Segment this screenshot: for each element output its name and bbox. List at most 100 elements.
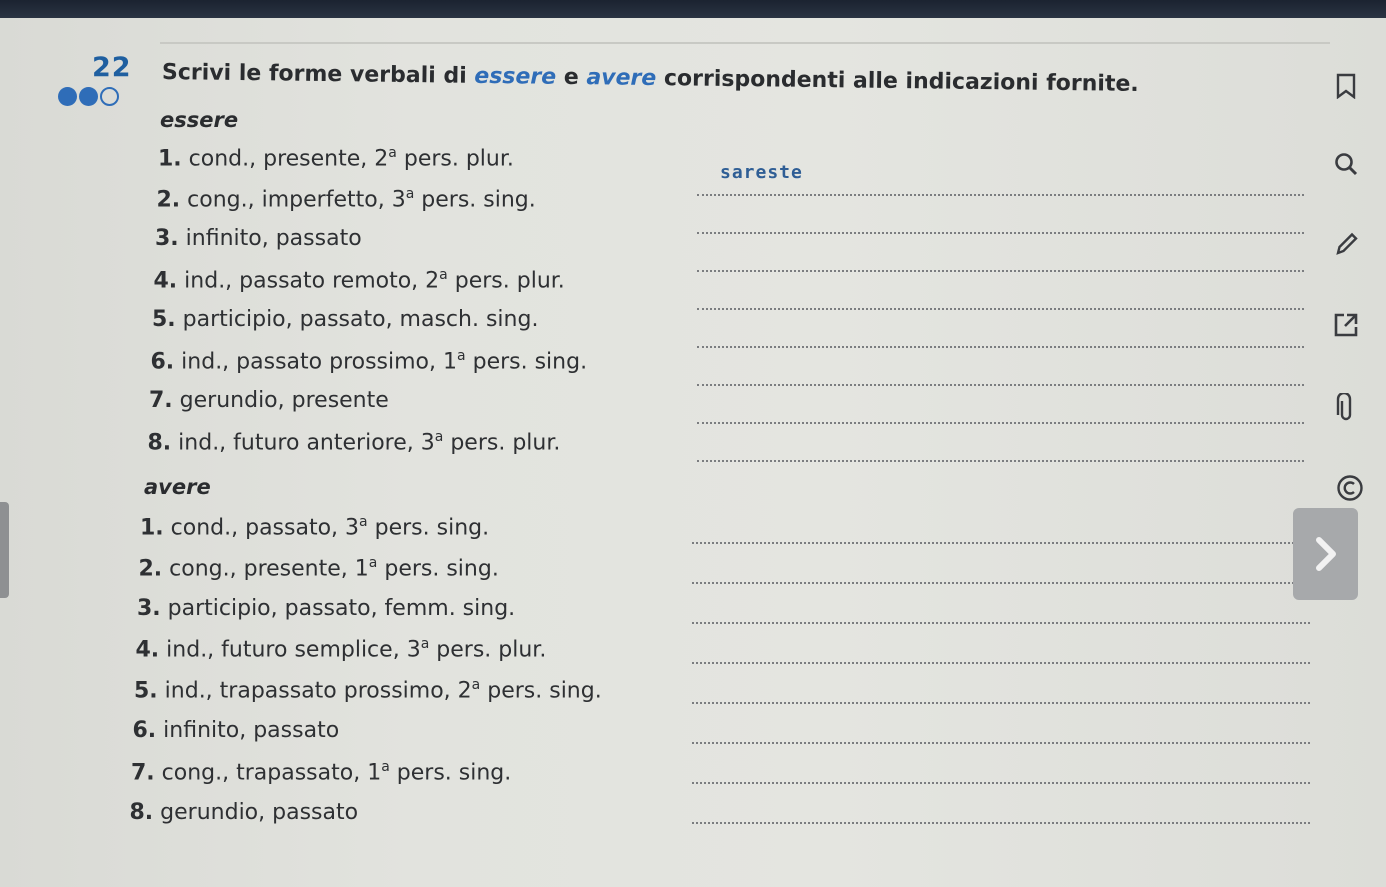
- essere-item: 6. ind., passato prossimo, 1a pers. sing…: [151, 348, 588, 374]
- item-number: 5.: [152, 307, 176, 332]
- item-label-suffix: pers. plur.: [443, 429, 561, 455]
- item-number: 6.: [132, 718, 157, 743]
- item-label: ind., trapassato prossimo,: [164, 678, 458, 704]
- item-label: gerundio, presente: [179, 388, 389, 413]
- item-person: 3: [420, 429, 435, 455]
- essere-answer-line[interactable]: [697, 308, 1304, 310]
- essere-answer-line[interactable]: [697, 194, 1304, 196]
- instruction-verb-essere: essere: [474, 63, 557, 90]
- item-number: 4.: [153, 267, 178, 293]
- item-label: infinito, passato: [185, 226, 362, 251]
- item-person: 1: [367, 760, 382, 786]
- item-label-suffix: pers. sing.: [414, 186, 536, 212]
- item-label-suffix: pers. sing.: [480, 678, 602, 704]
- item-label: cong., imperfetto,: [187, 186, 392, 212]
- avere-answer-line[interactable]: [692, 782, 1310, 784]
- instruction-verb-avere: avere: [586, 65, 657, 92]
- item-label: gerundio, passato: [160, 799, 359, 825]
- difficulty-dot-empty: [100, 87, 119, 106]
- bookmark-icon[interactable]: [1326, 66, 1366, 106]
- item-superscript: a: [439, 266, 448, 283]
- essere-answer-line[interactable]: [697, 232, 1304, 234]
- item-label-suffix: pers. sing.: [367, 515, 490, 541]
- avere-answer-line[interactable]: [692, 662, 1310, 664]
- item-person: 2: [374, 146, 389, 172]
- item-person: 1: [354, 556, 369, 582]
- page-top-rule: [160, 18, 1330, 44]
- item-label-suffix: pers. sing.: [377, 556, 499, 582]
- essere-answer-line[interactable]: [697, 346, 1304, 348]
- item-person: 2: [425, 267, 440, 293]
- previous-page-handle[interactable]: [0, 502, 9, 598]
- item-number: 8.: [129, 799, 154, 825]
- essere-answer-line[interactable]: [697, 384, 1304, 386]
- essere-item: 3. infinito, passato: [155, 226, 362, 251]
- item-label-suffix: pers. sing.: [465, 348, 588, 374]
- avere-answer-line[interactable]: [692, 822, 1310, 824]
- essere-item: 7. gerundio, presente: [149, 388, 389, 413]
- next-page-button[interactable]: [1293, 508, 1358, 600]
- instruction-text: e: [556, 64, 587, 91]
- avere-item: 6. infinito, passato: [133, 718, 340, 743]
- item-person: 2: [457, 678, 472, 704]
- item-label: cond., passato,: [170, 515, 346, 541]
- item-number: 6.: [150, 348, 175, 374]
- section-title-essere: essere: [160, 108, 239, 132]
- item-number: 3.: [155, 226, 179, 251]
- item-number: 3.: [137, 595, 161, 621]
- item-number: 4.: [135, 637, 160, 663]
- essere-answer: sareste: [720, 162, 803, 183]
- item-label: ind., passato prossimo,: [181, 348, 444, 374]
- item-number: 2.: [138, 556, 163, 582]
- item-person: 3: [391, 186, 406, 212]
- item-superscript: a: [420, 636, 430, 653]
- item-number: 7.: [149, 388, 173, 413]
- item-label-suffix: pers. plur.: [429, 637, 547, 663]
- item-label: participio, passato, masch. sing.: [182, 307, 539, 332]
- item-superscript: a: [405, 185, 415, 202]
- paperclip-icon[interactable]: [1326, 388, 1366, 428]
- essere-answer-line[interactable]: [697, 460, 1304, 462]
- difficulty-dot-filled: [58, 87, 77, 106]
- item-label: cong., presente,: [169, 556, 355, 582]
- avere-item: 8. gerundio, passato: [130, 800, 359, 825]
- item-superscript: a: [457, 347, 466, 364]
- item-person: 3: [406, 637, 421, 663]
- item-number: 1.: [158, 146, 182, 172]
- item-superscript: a: [359, 514, 368, 530]
- avere-answer-line[interactable]: [692, 542, 1310, 544]
- copyright-icon[interactable]: [1330, 468, 1370, 508]
- pencil-icon[interactable]: [1326, 224, 1366, 264]
- essere-item: 5. participio, passato, masch. sing.: [152, 307, 538, 332]
- section-title-avere: avere: [144, 475, 211, 499]
- avere-answer-line[interactable]: [692, 622, 1310, 624]
- avere-answer-line[interactable]: [692, 702, 1310, 704]
- avere-item: 7. cong., trapassato, 1a pers. sing.: [131, 759, 511, 785]
- chevron-right-icon: [1315, 537, 1336, 571]
- avere-answer-line[interactable]: [692, 742, 1310, 744]
- item-label: cond., presente,: [188, 146, 375, 172]
- avere-answer-line[interactable]: [692, 582, 1310, 584]
- essere-answer-line[interactable]: [697, 422, 1304, 424]
- avere-item: 1. cond., passato, 3a pers. sing.: [140, 514, 489, 540]
- item-label: ind., passato remoto,: [184, 267, 426, 293]
- item-number: 2.: [156, 186, 181, 212]
- item-number: 1.: [140, 515, 164, 541]
- avere-item: 5. ind., trapassato prossimo, 2a pers. s…: [134, 677, 602, 703]
- avere-item: 4. ind., futuro semplice, 3a pers. plur.: [136, 636, 547, 662]
- essere-answer-line[interactable]: [697, 270, 1304, 272]
- item-number: 7.: [131, 760, 155, 786]
- exercise-number: 22: [92, 52, 132, 83]
- item-label: ind., futuro anteriore,: [178, 429, 421, 455]
- item-superscript: a: [471, 677, 481, 694]
- external-link-icon[interactable]: [1326, 305, 1366, 345]
- avere-item: 2. cong., presente, 1a pers. sing.: [139, 555, 499, 581]
- item-superscript: a: [388, 145, 397, 161]
- item-number: 8.: [147, 429, 172, 455]
- avere-item: 3. participio, passato, femm. sing.: [137, 596, 515, 621]
- item-label: ind., futuro semplice,: [166, 637, 407, 663]
- item-person: 1: [443, 348, 458, 374]
- difficulty-indicator: [58, 87, 119, 106]
- search-icon[interactable]: [1326, 144, 1366, 184]
- essere-item: 8. ind., futuro anteriore, 3a pers. plur…: [148, 429, 561, 455]
